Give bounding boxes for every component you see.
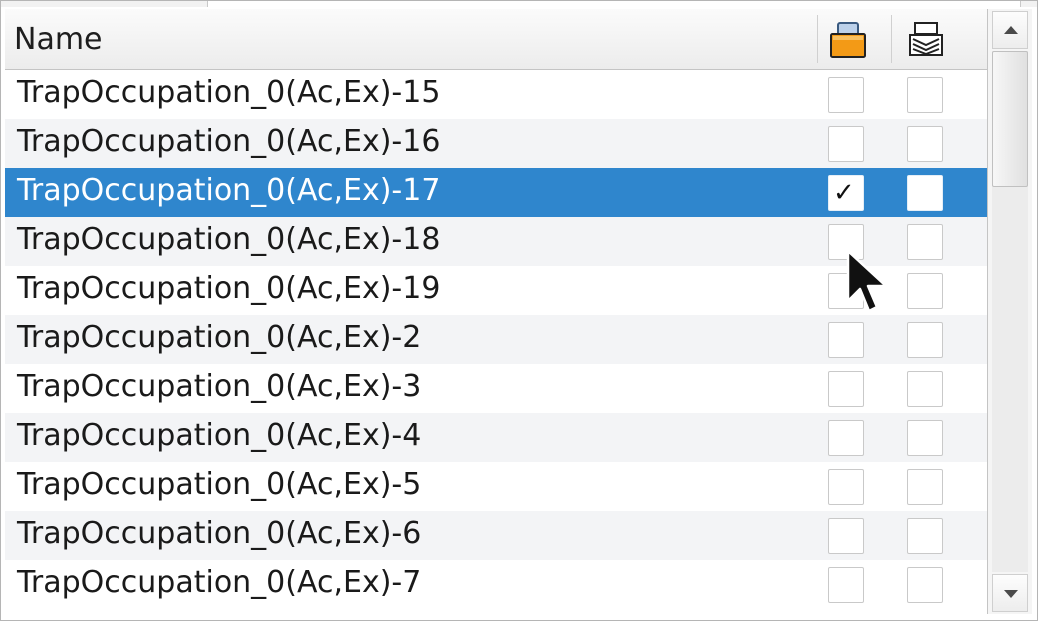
lock-checkbox[interactable]: [828, 420, 864, 456]
list-window: Name TrapOccupation_0(Ac,Ex)-15 TrapOccup…: [0, 0, 1038, 621]
layer-checkbox[interactable]: [907, 175, 943, 211]
lock-checkbox[interactable]: [828, 567, 864, 603]
row-label: TrapOccupation_0(Ac,Ex)-5: [17, 467, 422, 502]
scroll-up-button[interactable]: [992, 11, 1028, 49]
layer-checkbox[interactable]: [907, 371, 943, 407]
layer-checkbox[interactable]: [907, 567, 943, 603]
arrow-down-icon: [1004, 590, 1018, 598]
column-separator[interactable]: [891, 15, 892, 63]
lock-checkbox[interactable]: ✓: [828, 175, 864, 211]
layer-checkbox[interactable]: [907, 420, 943, 456]
layer-checkbox[interactable]: [907, 469, 943, 505]
table-row[interactable]: TrapOccupation_0(Ac,Ex)-4: [5, 413, 987, 462]
row-label: TrapOccupation_0(Ac,Ex)-15: [17, 75, 441, 110]
row-label: TrapOccupation_0(Ac,Ex)-4: [17, 418, 422, 453]
vertical-scrollbar[interactable]: [987, 9, 1032, 614]
lock-checkbox[interactable]: [828, 77, 864, 113]
table-row[interactable]: TrapOccupation_0(Ac,Ex)-18: [5, 217, 987, 266]
scroll-down-button[interactable]: [992, 574, 1028, 612]
row-label: TrapOccupation_0(Ac,Ex)-18: [17, 222, 441, 257]
checkmark-icon: ✓: [833, 178, 855, 208]
layer-checkbox[interactable]: [907, 322, 943, 358]
arrow-up-icon: [1004, 26, 1018, 34]
tab-edge: [207, 1, 1021, 7]
table-row[interactable]: TrapOccupation_0(Ac,Ex)-3: [5, 364, 987, 413]
tree-rows: TrapOccupation_0(Ac,Ex)-15 TrapOccupation…: [5, 70, 987, 620]
row-label: TrapOccupation_0(Ac,Ex)-7: [17, 565, 422, 600]
row-label: TrapOccupation_0(Ac,Ex)-3: [17, 369, 422, 404]
lock-checkbox[interactable]: [828, 469, 864, 505]
layer-checkbox[interactable]: [907, 126, 943, 162]
layer-checkbox[interactable]: [907, 518, 943, 554]
table-row[interactable]: TrapOccupation_0(Ac,Ex)-15: [5, 70, 987, 119]
row-label: TrapOccupation_0(Ac,Ex)-2: [17, 320, 422, 355]
table-row[interactable]: TrapOccupation_0(Ac,Ex)-16: [5, 119, 987, 168]
lock-checkbox[interactable]: [828, 371, 864, 407]
lock-checkbox[interactable]: [828, 322, 864, 358]
row-label: TrapOccupation_0(Ac,Ex)-6: [17, 516, 422, 551]
table-header: Name: [5, 9, 987, 70]
row-label: TrapOccupation_0(Ac,Ex)-17: [17, 173, 441, 208]
row-label: TrapOccupation_0(Ac,Ex)-19: [17, 271, 441, 306]
name-column-header[interactable]: Name: [14, 22, 103, 57]
stacked-layers-icon[interactable]: [906, 21, 946, 59]
column-separator[interactable]: [817, 15, 818, 63]
table-row[interactable]: TrapOccupation_0(Ac,Ex)-19: [5, 266, 987, 315]
layer-checkbox[interactable]: [907, 77, 943, 113]
row-label: TrapOccupation_0(Ac,Ex)-16: [17, 124, 441, 159]
layer-checkbox[interactable]: [907, 273, 943, 309]
mouse-pointer-icon: [846, 249, 888, 313]
layer-checkbox[interactable]: [907, 224, 943, 260]
lock-checkbox[interactable]: [828, 126, 864, 162]
table-row[interactable]: TrapOccupation_0(Ac,Ex)-5: [5, 462, 987, 511]
table-row[interactable]: TrapOccupation_0(Ac,Ex)-17 ✓: [5, 168, 987, 217]
table-row[interactable]: TrapOccupation_0(Ac,Ex)-2: [5, 315, 987, 364]
table-row[interactable]: TrapOccupation_0(Ac,Ex)-7: [5, 560, 987, 609]
lock-checkbox[interactable]: [828, 518, 864, 554]
top-strip: [1, 1, 1037, 7]
orange-lock-icon[interactable]: [828, 21, 868, 59]
scroll-thumb[interactable]: [992, 51, 1028, 187]
table-row[interactable]: TrapOccupation_0(Ac,Ex)-6: [5, 511, 987, 560]
